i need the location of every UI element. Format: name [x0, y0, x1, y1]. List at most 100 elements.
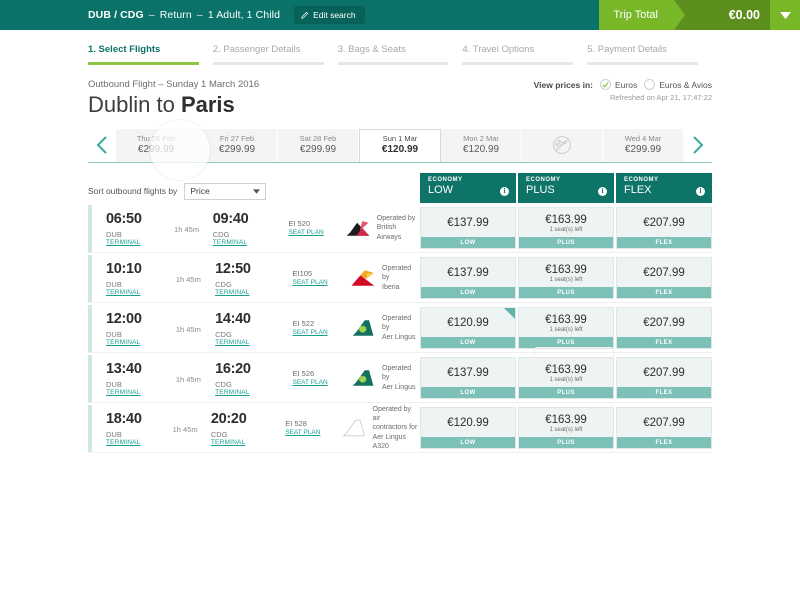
flight-number-block: EI 522 SEAT PLAN — [292, 319, 350, 337]
info-icon[interactable]: i — [598, 186, 607, 196]
flight-number: EI 526 — [292, 369, 315, 379]
flight-row[interactable]: 10:10 DUB TERMINAL 1h 45m 12:50 CDG TERM… — [88, 254, 712, 303]
chevron-down-icon — [253, 188, 261, 194]
fare-column-header-flex[interactable]: ECONOMY FLEX i — [616, 172, 712, 203]
fare-price: €137.99 — [447, 367, 489, 379]
seat-plan-link[interactable]: SEAT PLAN — [288, 229, 344, 237]
departure-airport: DUB — [106, 229, 122, 239]
fare-price: €163.99 — [545, 364, 587, 376]
fare-badge: FLEX — [617, 387, 711, 398]
arrival-terminal-link[interactable]: TERMINAL — [211, 439, 285, 447]
airline-tail-british-airways-icon — [346, 221, 370, 236]
fare-column-header-low[interactable]: ECONOMY LOW i — [420, 172, 516, 203]
step-travel-options[interactable]: 4. Travel Options — [462, 44, 587, 65]
sort-select[interactable]: Price — [184, 182, 267, 200]
fare-cell-plus[interactable]: €163.99 1 seat(s) left PLUS — [518, 257, 614, 299]
departure-terminal-link[interactable]: TERMINAL — [106, 389, 162, 397]
next-dates-button[interactable] — [684, 128, 712, 162]
departure-airport: DUB — [106, 329, 122, 339]
step-label: 5. Payment Details — [587, 44, 667, 55]
date-cell[interactable]: Fri 27 Feb €299.99 — [197, 128, 278, 162]
flight-row[interactable]: 12:00 DUB TERMINAL 1h 45m 14:40 CDG TERM… — [88, 304, 712, 353]
seat-plan-link[interactable]: SEAT PLAN — [285, 429, 340, 437]
fare-price: €163.99 — [545, 414, 587, 426]
fare-badge: PLUS — [519, 387, 613, 398]
date-cell[interactable]: Wed 4 Mar €299.99 — [603, 128, 684, 162]
fare-cell-flex[interactable]: €207.99 FLEX — [616, 357, 712, 399]
arrival-segment: 20:20 CDG TERMINAL — [211, 409, 285, 446]
arrival-terminal-link[interactable]: TERMINAL — [215, 339, 292, 347]
step-passenger-details[interactable]: 2. Passenger Details — [212, 44, 338, 65]
fare-cell-plus[interactable]: €163.99 1 seat(s) left PLUS — [518, 207, 614, 249]
seat-plan-link[interactable]: SEAT PLAN — [292, 329, 350, 337]
page-heading-row: Outbound Flight – Sunday 1 March 2016 Du… — [88, 65, 712, 119]
fare-column-header-plus[interactable]: ECONOMY PLUS i — [518, 172, 614, 203]
date-day: Wed 4 Mar — [624, 133, 662, 143]
fare-cell-low[interactable]: €137.99 LOW — [420, 207, 516, 249]
flight-duration: 1h 45m — [175, 274, 201, 284]
fare-cell-low[interactable]: €120.99 LOW — [420, 307, 516, 349]
date-cell[interactable]: Thu 26 Feb €299.99 — [116, 128, 197, 162]
fare-cell-plus[interactable]: €163.99 1 seat(s) left PLUS — [518, 407, 614, 449]
fare-price: €207.99 — [643, 267, 685, 279]
step-select-flights[interactable]: 1. Select Flights — [88, 44, 213, 65]
chevron-left-icon — [96, 136, 107, 154]
fare-cell-flex[interactable]: €207.99 FLEX — [616, 407, 712, 449]
fare-cell-plus[interactable]: €163.99 1 seat(s) left PLUS — [518, 357, 614, 399]
departure-terminal-link[interactable]: TERMINAL — [106, 289, 162, 297]
date-cell[interactable]: Sat 28 Feb €299.99 — [278, 128, 359, 162]
currency-option-euros[interactable]: Euros — [600, 79, 637, 90]
flight-row[interactable]: 18:40 DUB TERMINAL 1h 45m 20:20 CDG TERM… — [88, 404, 712, 453]
operator-text: Operated by Aer Lingus — [382, 314, 420, 342]
fare-note: 1 seat(s) left — [549, 327, 583, 333]
seat-plan-link[interactable]: SEAT PLAN — [292, 279, 350, 287]
pencil-icon — [301, 11, 309, 19]
airline-tail-generic-icon — [342, 419, 365, 437]
departure-terminal-link[interactable]: TERMINAL — [106, 239, 160, 247]
operator-line: Operated by — [382, 315, 412, 332]
arrival-terminal-link[interactable]: TERMINAL — [213, 239, 289, 247]
trip-total-expand-button[interactable] — [770, 0, 800, 30]
step-bags-seats[interactable]: 3. Bags & Seats — [337, 44, 463, 65]
date-cell-selected[interactable]: Sun 1 Mar €120.99 — [359, 128, 441, 162]
fare-badge: FLEX — [617, 437, 711, 448]
previous-dates-button[interactable] — [88, 128, 116, 162]
fare-badge: FLEX — [617, 287, 711, 298]
fare-cell-low[interactable]: €137.99 LOW — [420, 357, 516, 399]
date-price: €120.99 — [462, 143, 500, 155]
fare-cell-flex[interactable]: €207.99 FLEX — [616, 307, 712, 349]
departure-airport: DUB — [106, 279, 122, 289]
fare-price: €207.99 — [643, 217, 685, 229]
continue-button-placeholder[interactable] — [534, 347, 614, 359]
currency-option-label: Euros — [615, 79, 638, 90]
flight-number: EI 522 — [292, 319, 315, 329]
departure-terminal-link[interactable]: TERMINAL — [106, 339, 162, 347]
arrival-segment: 09:40 CDG TERMINAL — [213, 209, 289, 246]
operator-text: Operated by air contractors for Aer Ling… — [373, 405, 420, 451]
best-price-flag-icon — [504, 308, 515, 319]
arrival-terminal-link[interactable]: TERMINAL — [215, 389, 292, 397]
seat-plan-link[interactable]: SEAT PLAN — [292, 379, 350, 387]
edit-search-button[interactable]: Edit search — [294, 6, 365, 24]
departure-terminal-link[interactable]: TERMINAL — [106, 439, 159, 447]
date-cell[interactable]: Mon 2 Mar €120.99 — [441, 128, 522, 162]
flight-results-list: 06:50 DUB TERMINAL 1h 45m 09:40 CDG TERM… — [88, 204, 712, 453]
fare-cell-flex[interactable]: €207.99 FLEX — [616, 207, 712, 249]
fare-cell-plus[interactable]: €163.99 1 seat(s) left PLUS — [518, 307, 614, 349]
currency-option-euros-avios[interactable]: Euros & Avios — [644, 79, 712, 90]
fare-cell-low[interactable]: €120.99 LOW — [420, 407, 516, 449]
fare-cell-low[interactable]: €137.99 LOW — [420, 257, 516, 299]
step-payment-details[interactable]: 5. Payment Details — [587, 44, 712, 65]
flight-row[interactable]: 13:40 DUB TERMINAL 1h 45m 16:20 CDG TERM… — [88, 354, 712, 403]
arrival-segment: 14:40 CDG TERMINAL — [215, 309, 292, 346]
info-icon[interactable]: i — [696, 186, 705, 196]
info-icon[interactable]: i — [500, 186, 509, 196]
fare-cell-flex[interactable]: €207.99 FLEX — [616, 257, 712, 299]
fare-badge: LOW — [421, 287, 515, 298]
date-price: €299.99 — [624, 143, 662, 155]
flight-row[interactable]: 06:50 DUB TERMINAL 1h 45m 09:40 CDG TERM… — [88, 204, 712, 253]
arrival-terminal-link[interactable]: TERMINAL — [215, 289, 292, 297]
search-summary: DUB / CDG – Return – 1 Adult, 1 Child — [88, 9, 281, 21]
fare-note: 1 seat(s) left — [549, 277, 583, 283]
airline-tail-iberia-icon — [351, 270, 375, 286]
